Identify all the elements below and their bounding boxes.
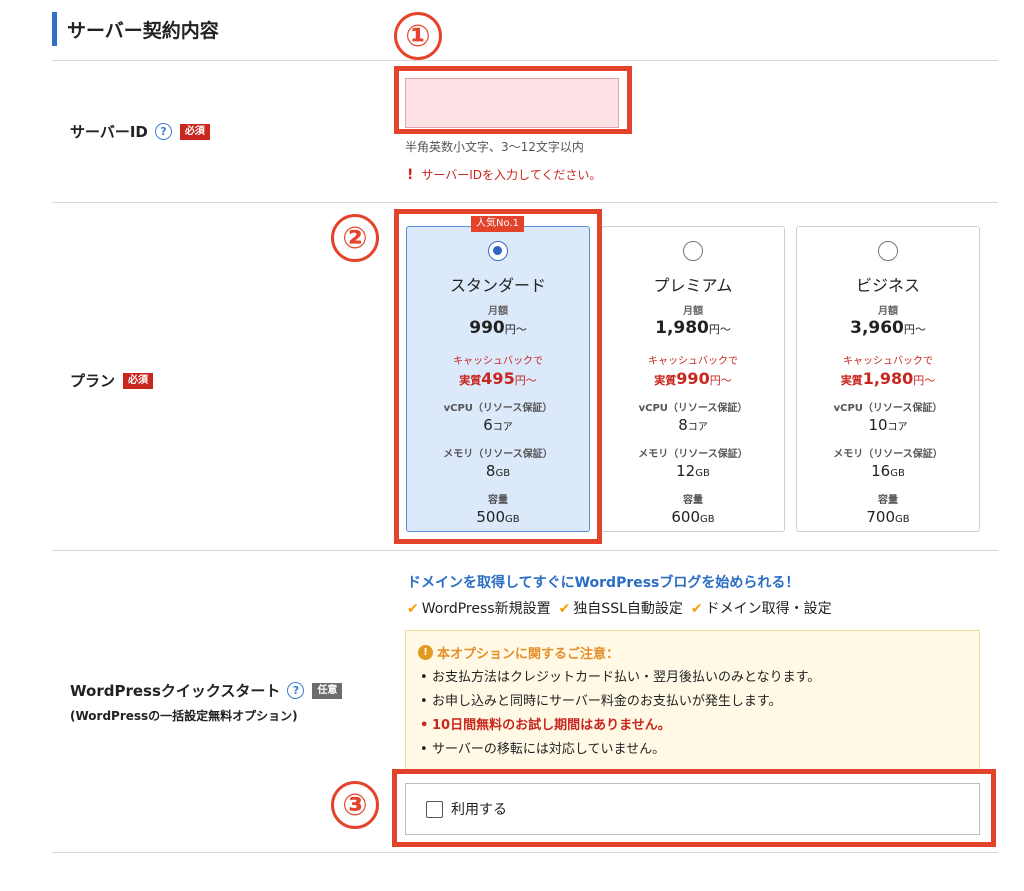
notice-item: サーバーの移転には対応していません。	[418, 738, 967, 762]
server-id-label-group: サーバーID ? 必須	[70, 121, 210, 142]
price-value: 3,960	[850, 318, 904, 338]
feature-item: ✔ 独自SSL自動設定	[559, 598, 683, 618]
marker-2: ②	[331, 214, 379, 262]
memory-value: 12GB	[602, 462, 784, 480]
effective-prefix: 実質	[654, 374, 677, 387]
effective-prefix: 実質	[840, 374, 863, 387]
plan-radio[interactable]	[683, 241, 703, 261]
feature-item: ✔ WordPress新規設置	[407, 598, 551, 618]
marker-3: ③	[331, 781, 379, 829]
error-icon: !	[407, 166, 414, 183]
section-header: サーバー契約内容	[52, 12, 219, 46]
cpu-value: 8コア	[602, 416, 784, 434]
feature-text: WordPress新規設置	[421, 601, 551, 617]
plan-card-business[interactable]: ビジネス 月額 3,960円〜 キャッシュバックで 実質1,980円〜 vCPU…	[796, 226, 980, 532]
divider	[52, 60, 998, 61]
memory-value: 16GB	[797, 462, 979, 480]
month-label: 月額	[683, 306, 703, 317]
server-id-label: サーバーID	[70, 123, 148, 141]
plan-price: 3,960円〜	[797, 318, 979, 338]
cashback-label: キャッシュバックで	[648, 356, 738, 367]
notice-box: ! 本オプションに関するご注意： お支払方法はクレジットカード払い・翌月後払いの…	[405, 630, 980, 770]
memory-label: メモリ（リソース保証）	[833, 449, 943, 460]
plan-label-group: プラン 必須	[70, 370, 154, 391]
disk-value: 600GB	[602, 508, 784, 526]
notice-list: お支払方法はクレジットカード払い・翌月後払いのみとなります。 お申し込みと同時に…	[418, 666, 967, 762]
plan-card-premium[interactable]: プレミアム 月額 1,980円〜 キャッシュバックで 実質990円〜 vCPU（…	[601, 226, 785, 532]
cpu-label: vCPU（リソース保証）	[833, 403, 943, 414]
disk-value: 700GB	[797, 508, 979, 526]
memory-number: 16	[871, 462, 891, 480]
price-value: 1,980	[655, 318, 709, 338]
cashback-label: キャッシュバックで	[843, 356, 933, 367]
disk-number: 600	[671, 508, 701, 526]
core-unit: コア	[687, 422, 708, 433]
server-id-hint: 半角英数小文字、3〜12文字以内	[405, 140, 584, 154]
warning-icon: !	[418, 645, 433, 660]
disk-label: 容量	[878, 495, 898, 506]
check-icon: ✔	[407, 601, 419, 617]
wordpress-features: ✔ WordPress新規設置 ✔ 独自SSL自動設定 ✔ ドメイン取得・設定	[407, 598, 832, 618]
gb-unit: GB	[700, 514, 715, 525]
feature-text: ドメイン取得・設定	[705, 601, 832, 617]
price-unit: 円〜	[913, 374, 936, 387]
help-icon[interactable]: ?	[287, 682, 305, 699]
effective-value: 1,980	[862, 369, 914, 388]
wordpress-headline: ドメインを取得してすぐにWordPressブログを始められる！	[407, 575, 800, 591]
plan-name: ビジネス	[855, 276, 920, 295]
gb-unit: GB	[895, 514, 910, 525]
notice-item: お申し込みと同時にサーバー料金のお支払いが発生します。	[418, 690, 967, 714]
highlight-frame-3	[392, 769, 996, 847]
notice-item-warning: 10日間無料のお試し期間はありません。	[418, 714, 967, 738]
price-unit: 円〜	[903, 323, 926, 336]
disk-number: 700	[866, 508, 896, 526]
marker-1: ①	[394, 12, 442, 60]
wordpress-label-line: WordPressクイックスタート ? 任意	[70, 680, 343, 701]
plan-name: プレミアム	[653, 276, 733, 295]
server-id-input[interactable]	[405, 78, 619, 128]
month-label: 月額	[878, 306, 898, 317]
effective-value: 990	[676, 369, 710, 388]
notice-item: お支払方法はクレジットカード払い・翌月後払いのみとなります。	[418, 666, 967, 690]
popular-badge: 人気No.1	[471, 216, 524, 232]
disk-label: 容量	[683, 495, 703, 506]
feature-text: 独自SSL自動設定	[573, 601, 683, 617]
divider	[52, 202, 998, 203]
cpu-number: 10	[868, 416, 888, 434]
cpu-value: 10コア	[797, 416, 979, 434]
divider	[52, 852, 998, 853]
check-icon: ✔	[690, 601, 703, 617]
notice-title-text: 本オプションに関するご注意：	[437, 647, 620, 662]
optional-badge: 任意	[312, 682, 343, 699]
highlight-frame-2	[394, 209, 602, 544]
cpu-label: vCPU（リソース保証）	[638, 403, 748, 414]
cpu-number: 8	[678, 416, 688, 434]
section-accent-bar	[52, 12, 57, 46]
check-icon: ✔	[558, 601, 571, 617]
plan-label: プラン	[70, 372, 116, 390]
memory-number: 12	[676, 462, 696, 480]
notice-title: ! 本オプションに関するご注意：	[418, 643, 967, 662]
wordpress-label: WordPressクイックスタート	[70, 682, 281, 700]
core-unit: コア	[887, 422, 908, 433]
section-title: サーバー契約内容	[67, 19, 219, 42]
plan-price: 1,980円〜	[602, 318, 784, 338]
server-id-error-text: サーバーIDを入力してください。	[421, 168, 602, 182]
effective-price: 実質1,980円〜	[797, 369, 979, 388]
price-unit: 円〜	[709, 374, 732, 387]
price-unit: 円〜	[708, 323, 731, 336]
required-badge: 必須	[123, 372, 154, 389]
divider	[52, 550, 998, 551]
memory-label: メモリ（リソース保証）	[638, 449, 748, 460]
required-badge: 必須	[179, 123, 210, 140]
wordpress-label-group: WordPressクイックスタート ? 任意 (WordPressの一括設定無料…	[70, 680, 343, 724]
server-id-error: ! サーバーIDを入力してください。	[407, 166, 601, 183]
gb-unit: GB	[695, 468, 710, 479]
gb-unit: GB	[890, 468, 905, 479]
plan-radio[interactable]	[878, 241, 898, 261]
feature-item: ✔ ドメイン取得・設定	[691, 598, 832, 618]
help-icon[interactable]: ?	[154, 123, 172, 140]
wordpress-sub-label: (WordPressの一括設定無料オプション)	[70, 709, 298, 723]
effective-price: 実質990円〜	[602, 369, 784, 388]
